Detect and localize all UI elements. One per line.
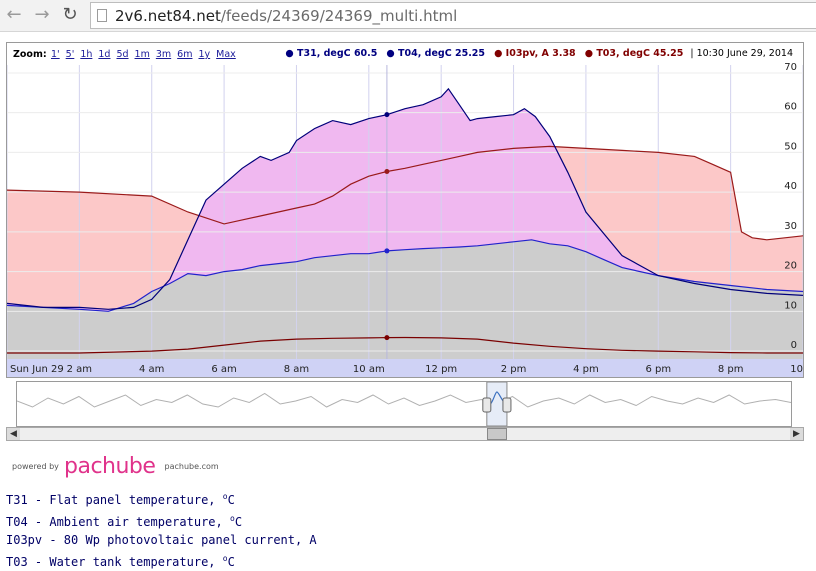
description-row: T31 - Flat panel temperature, oC bbox=[6, 488, 317, 510]
y-tick-label-5: 50 bbox=[784, 141, 797, 152]
y-tick-label-4: 40 bbox=[784, 181, 797, 192]
powered-by: powered by pachube pachube.com bbox=[12, 454, 219, 484]
description-code: T04 bbox=[6, 515, 28, 529]
series-marker-T31 bbox=[384, 112, 389, 117]
legend-t31-label: T31, degC 60.5 bbox=[297, 48, 377, 59]
overview-navigator[interactable] bbox=[16, 381, 792, 427]
forward-arrow-icon[interactable]: → bbox=[32, 4, 52, 26]
zoom-label: Zoom: bbox=[13, 49, 47, 60]
description-unit: C bbox=[228, 555, 235, 569]
x-tick-label-11: 10 bbox=[790, 364, 803, 375]
page-icon bbox=[97, 9, 107, 22]
zoom-links: 1' 5' 1h 1d 5d 1m 3m 6m 1y Max bbox=[51, 49, 242, 60]
series-descriptions: T31 - Flat panel temperature, oCT04 - Am… bbox=[6, 488, 317, 571]
url-host: 2v6.net84.net bbox=[115, 7, 221, 25]
zoom-1d[interactable]: 1d bbox=[98, 49, 110, 60]
overview-handle-right bbox=[503, 398, 511, 412]
zoom-1m[interactable]: 1m bbox=[135, 49, 150, 60]
x-tick-label-5: 10 am bbox=[353, 364, 385, 375]
description-code: I03pv bbox=[6, 533, 42, 547]
x-axis-band bbox=[7, 359, 803, 377]
description-code: T31 bbox=[6, 493, 28, 507]
y-tick-label-3: 30 bbox=[784, 221, 797, 232]
reload-icon[interactable]: ↻ bbox=[60, 4, 80, 26]
description-row: T03 - Water tank temperature, oC bbox=[6, 550, 317, 571]
legend-i03pv-label: I03pv, A 3.38 bbox=[506, 48, 576, 59]
zoom-6m[interactable]: 6m bbox=[177, 49, 192, 60]
x-tick-label-7: 2 pm bbox=[501, 364, 527, 375]
pachube-domain: pachube.com bbox=[165, 462, 219, 471]
zoom-1y[interactable]: 1y bbox=[198, 49, 210, 60]
scrollbar-thumb[interactable] bbox=[487, 428, 507, 440]
series-marker-T03 bbox=[384, 169, 389, 174]
browser-toolbar: ← → ↻ 2v6.net84.net/feeds/24369/24369_mu… bbox=[0, 0, 816, 32]
y-tick-label-1: 10 bbox=[784, 300, 797, 311]
timestamp-text: 10:30 June 29, 2014 bbox=[697, 48, 793, 59]
x-tick-label-3: 6 am bbox=[211, 364, 236, 375]
x-tick-label-10: 8 pm bbox=[718, 364, 744, 375]
chart-svg[interactable]: 010203040506070Sun Jun 292 am4 am6 am8 a… bbox=[7, 43, 803, 377]
url-path: /feeds/24369/24369_multi.html bbox=[221, 7, 457, 25]
description-unit: C bbox=[235, 515, 242, 529]
zoom-5min[interactable]: 5' bbox=[66, 49, 75, 60]
description-unit: C bbox=[228, 493, 235, 507]
description-code: T03 bbox=[6, 555, 28, 569]
description-text: - Ambient air temperature, bbox=[28, 515, 230, 529]
x-tick-label-1: 2 am bbox=[67, 364, 92, 375]
legend-t04: ● T04, degC 25.25 bbox=[386, 48, 485, 59]
legend-timestamp: | 10:30 June 29, 2014 bbox=[690, 48, 793, 59]
x-tick-label-9: 6 pm bbox=[645, 364, 671, 375]
series-marker-T04 bbox=[384, 248, 389, 253]
overview-svg bbox=[17, 382, 791, 426]
description-text: - Water tank temperature, bbox=[28, 555, 223, 569]
chart-legend: ● T31, degC 60.5 ● T04, degC 25.25 ● I03… bbox=[279, 48, 793, 59]
powered-by-text: powered by bbox=[12, 462, 59, 471]
x-tick-label-4: 8 am bbox=[284, 364, 309, 375]
zoom-3m[interactable]: 3m bbox=[156, 49, 171, 60]
series-marker-I03pv bbox=[384, 335, 389, 340]
url-text: 2v6.net84.net/feeds/24369/24369_multi.ht… bbox=[115, 7, 457, 25]
description-text: - Flat panel temperature, bbox=[28, 493, 223, 507]
y-tick-label-6: 60 bbox=[784, 102, 797, 113]
zoom-1min[interactable]: 1' bbox=[51, 49, 60, 60]
legend-t31: ● T31, degC 60.5 bbox=[285, 48, 377, 59]
legend-t03-label: T03, degC 45.25 bbox=[596, 48, 683, 59]
scroll-right-icon[interactable]: ▶ bbox=[790, 428, 803, 440]
x-tick-label-6: 12 pm bbox=[425, 364, 457, 375]
legend-t04-label: T04, degC 25.25 bbox=[398, 48, 485, 59]
address-bar[interactable]: 2v6.net84.net/feeds/24369/24369_multi.ht… bbox=[90, 2, 816, 29]
x-tick-label-0: Sun Jun 29 bbox=[10, 364, 64, 375]
description-row: T04 - Ambient air temperature, oC bbox=[6, 510, 317, 532]
zoom-5d[interactable]: 5d bbox=[116, 49, 128, 60]
zoom-1h[interactable]: 1h bbox=[80, 49, 92, 60]
y-tick-label-0: 0 bbox=[791, 340, 797, 351]
legend-t03: ● T03, degC 45.25 bbox=[585, 48, 684, 59]
scroll-left-icon[interactable]: ◀ bbox=[7, 428, 20, 440]
back-arrow-icon[interactable]: ← bbox=[4, 4, 24, 26]
overview-handle-left bbox=[483, 398, 491, 412]
legend-i03pv: ● I03pv, A 3.38 bbox=[494, 48, 576, 59]
x-tick-label-8: 4 pm bbox=[573, 364, 599, 375]
chart-container: 010203040506070Sun Jun 292 am4 am6 am8 a… bbox=[6, 42, 804, 378]
x-tick-label-2: 4 am bbox=[139, 364, 164, 375]
y-tick-label-2: 20 bbox=[784, 261, 797, 272]
navigator-scrollbar[interactable]: ◀ ▶ bbox=[6, 427, 804, 441]
description-row: I03pv - 80 Wp photovoltaic panel current… bbox=[6, 531, 317, 550]
zoom-max[interactable]: Max bbox=[216, 49, 236, 60]
pachube-logo[interactable]: pachube bbox=[64, 454, 155, 479]
overview-line bbox=[17, 394, 791, 408]
description-text: - 80 Wp photovoltaic panel current, A bbox=[42, 533, 317, 547]
chart-toolbar: Zoom: 1' 5' 1h 1d 5d 1m 3m 6m 1y Max ● T31, degC … bbox=[7, 43, 803, 65]
